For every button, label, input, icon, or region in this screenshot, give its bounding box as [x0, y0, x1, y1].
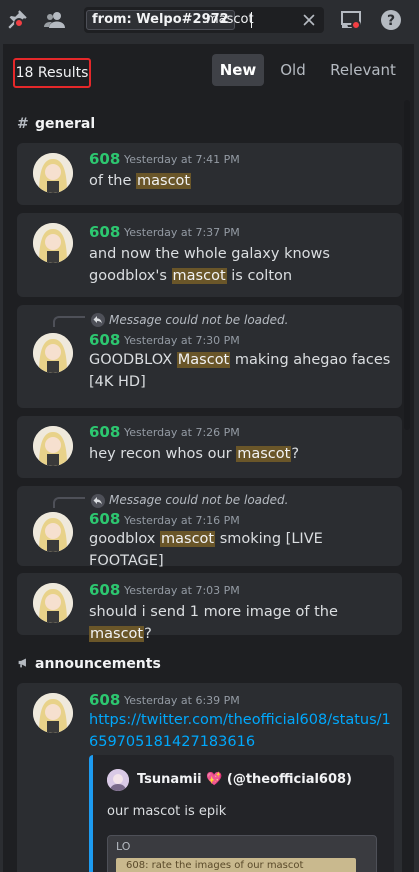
twitter-embed[interactable]: Tsunamii 💖 (@theofficial608) our mascot …: [89, 755, 394, 872]
scrollbar[interactable]: [403, 96, 411, 872]
reply-icon: [91, 313, 105, 327]
members-icon[interactable]: [43, 8, 67, 32]
reply-connector: [53, 316, 85, 327]
reply-preview[interactable]: Message could not be loaded.: [109, 492, 288, 508]
channel-name: general: [35, 116, 96, 132]
message-content: https://twitter.com/theofficial608/statu…: [89, 709, 394, 753]
sort-tab-old[interactable]: Old: [273, 54, 313, 86]
reply-preview[interactable]: Message could not be loaded.: [109, 312, 288, 328]
avatar[interactable]: [33, 426, 73, 466]
avatar[interactable]: [33, 153, 73, 193]
search-result-message[interactable]: Message could not be loaded. 608 Yesterd…: [17, 486, 402, 569]
message-author[interactable]: 608: [89, 150, 120, 168]
channel-name: announcements: [35, 656, 161, 672]
svg-text:?: ?: [387, 13, 395, 29]
avatar[interactable]: [33, 693, 73, 733]
message-content: of the mascot: [89, 173, 192, 189]
message-timestamp: Yesterday at 7:26 PM: [124, 426, 240, 439]
message-author[interactable]: 608: [89, 423, 120, 441]
avatar[interactable]: [33, 333, 73, 373]
reply-connector: [53, 497, 85, 508]
search-query[interactable]: mascot: [206, 11, 254, 29]
search-bar[interactable]: from: Welpo#2972 mascot: [84, 7, 324, 33]
reply-icon: [91, 494, 105, 508]
search-highlight: mascot: [89, 626, 145, 642]
help-icon[interactable]: ?: [379, 8, 403, 32]
avatar[interactable]: [33, 512, 73, 552]
search-result-message[interactable]: 608 Yesterday at 7:37 PM and now the who…: [17, 213, 402, 297]
embed-author[interactable]: Tsunamii 💖 (@theofficial608): [137, 772, 352, 788]
message-timestamp: Yesterday at 6:39 PM: [124, 694, 240, 707]
search-result-message[interactable]: 608 Yesterday at 7:41 PM of the mascot: [17, 143, 402, 205]
avatar[interactable]: [33, 583, 73, 623]
text-channel-icon: #: [17, 116, 29, 132]
scrollbar-thumb[interactable]: [404, 100, 410, 430]
message-content: hey recon whos our mascot?: [89, 446, 300, 462]
search-caret: [251, 12, 252, 28]
heart-emoji-icon: 💖: [206, 772, 223, 787]
sort-tab-new[interactable]: New: [212, 54, 264, 86]
search-result-message[interactable]: Message could not be loaded. 608 Yesterd…: [17, 305, 402, 408]
message-author[interactable]: 608: [89, 581, 120, 599]
message-author[interactable]: 608: [89, 331, 120, 349]
search-highlight: mascot: [236, 446, 292, 462]
search-highlight: mascot: [171, 268, 227, 284]
pinned-unread-dot: [14, 18, 24, 28]
sort-tab-relevant[interactable]: Relevant: [323, 54, 403, 86]
search-result-message[interactable]: 608 Yesterday at 7:03 PM should i send 1…: [17, 573, 402, 642]
embed-image-caption: 608: rate the images of our mascot: [126, 860, 304, 871]
results-count: 18 Results: [13, 58, 91, 88]
tweet-link[interactable]: https://twitter.com/theofficial608/statu…: [89, 712, 391, 750]
message-timestamp: Yesterday at 7:41 PM: [124, 153, 240, 166]
results-header: 18 Results New Old Relevant: [3, 44, 414, 96]
message-content: should i send 1 more image of the mascot…: [89, 604, 338, 642]
announcement-channel-icon: [17, 654, 35, 674]
channel-header-announcements[interactable]: announcements: [17, 654, 161, 674]
avatar[interactable]: [33, 223, 73, 263]
message-content: goodblox mascot smoking [LIVE FOOTAGE]: [89, 531, 323, 569]
inbox-unread-dot: [351, 20, 361, 30]
message-timestamp: Yesterday at 7:30 PM: [124, 334, 240, 347]
channel-header-general[interactable]: # general: [17, 114, 95, 134]
search-result-message[interactable]: 608 Yesterday at 7:26 PM hey recon whos …: [17, 416, 402, 478]
message-author[interactable]: 608: [89, 510, 120, 528]
search-results-panel: 18 Results New Old Relevant # general 608…: [3, 44, 414, 872]
message-content: and now the whole galaxy knows goodblox'…: [89, 246, 330, 284]
embed-author-avatar[interactable]: [107, 769, 129, 791]
message-content: GOODBLOX Mascot making ahegao faces [4K …: [89, 352, 391, 390]
embed-description: our mascot is epik: [107, 804, 227, 819]
search-highlight: Mascot: [176, 352, 231, 368]
top-bar: from: Welpo#2972 mascot ?: [0, 0, 419, 40]
search-highlight: mascot: [160, 531, 216, 547]
search-result-message[interactable]: 608 Yesterday at 6:39 PM https://twitter…: [17, 683, 402, 872]
clear-icon[interactable]: [300, 11, 318, 29]
embed-image[interactable]: LO 608: rate the images of our mascot: [107, 835, 377, 872]
message-timestamp: Yesterday at 7:37 PM: [124, 226, 240, 239]
message-author[interactable]: 608: [89, 691, 120, 709]
results-list[interactable]: # general 608 Yesterday at 7:41 PM of the…: [3, 96, 403, 872]
message-author[interactable]: 608: [89, 223, 120, 241]
message-timestamp: Yesterday at 7:03 PM: [124, 584, 240, 597]
embed-image-label: LO: [116, 840, 131, 853]
search-highlight: mascot: [136, 173, 192, 189]
